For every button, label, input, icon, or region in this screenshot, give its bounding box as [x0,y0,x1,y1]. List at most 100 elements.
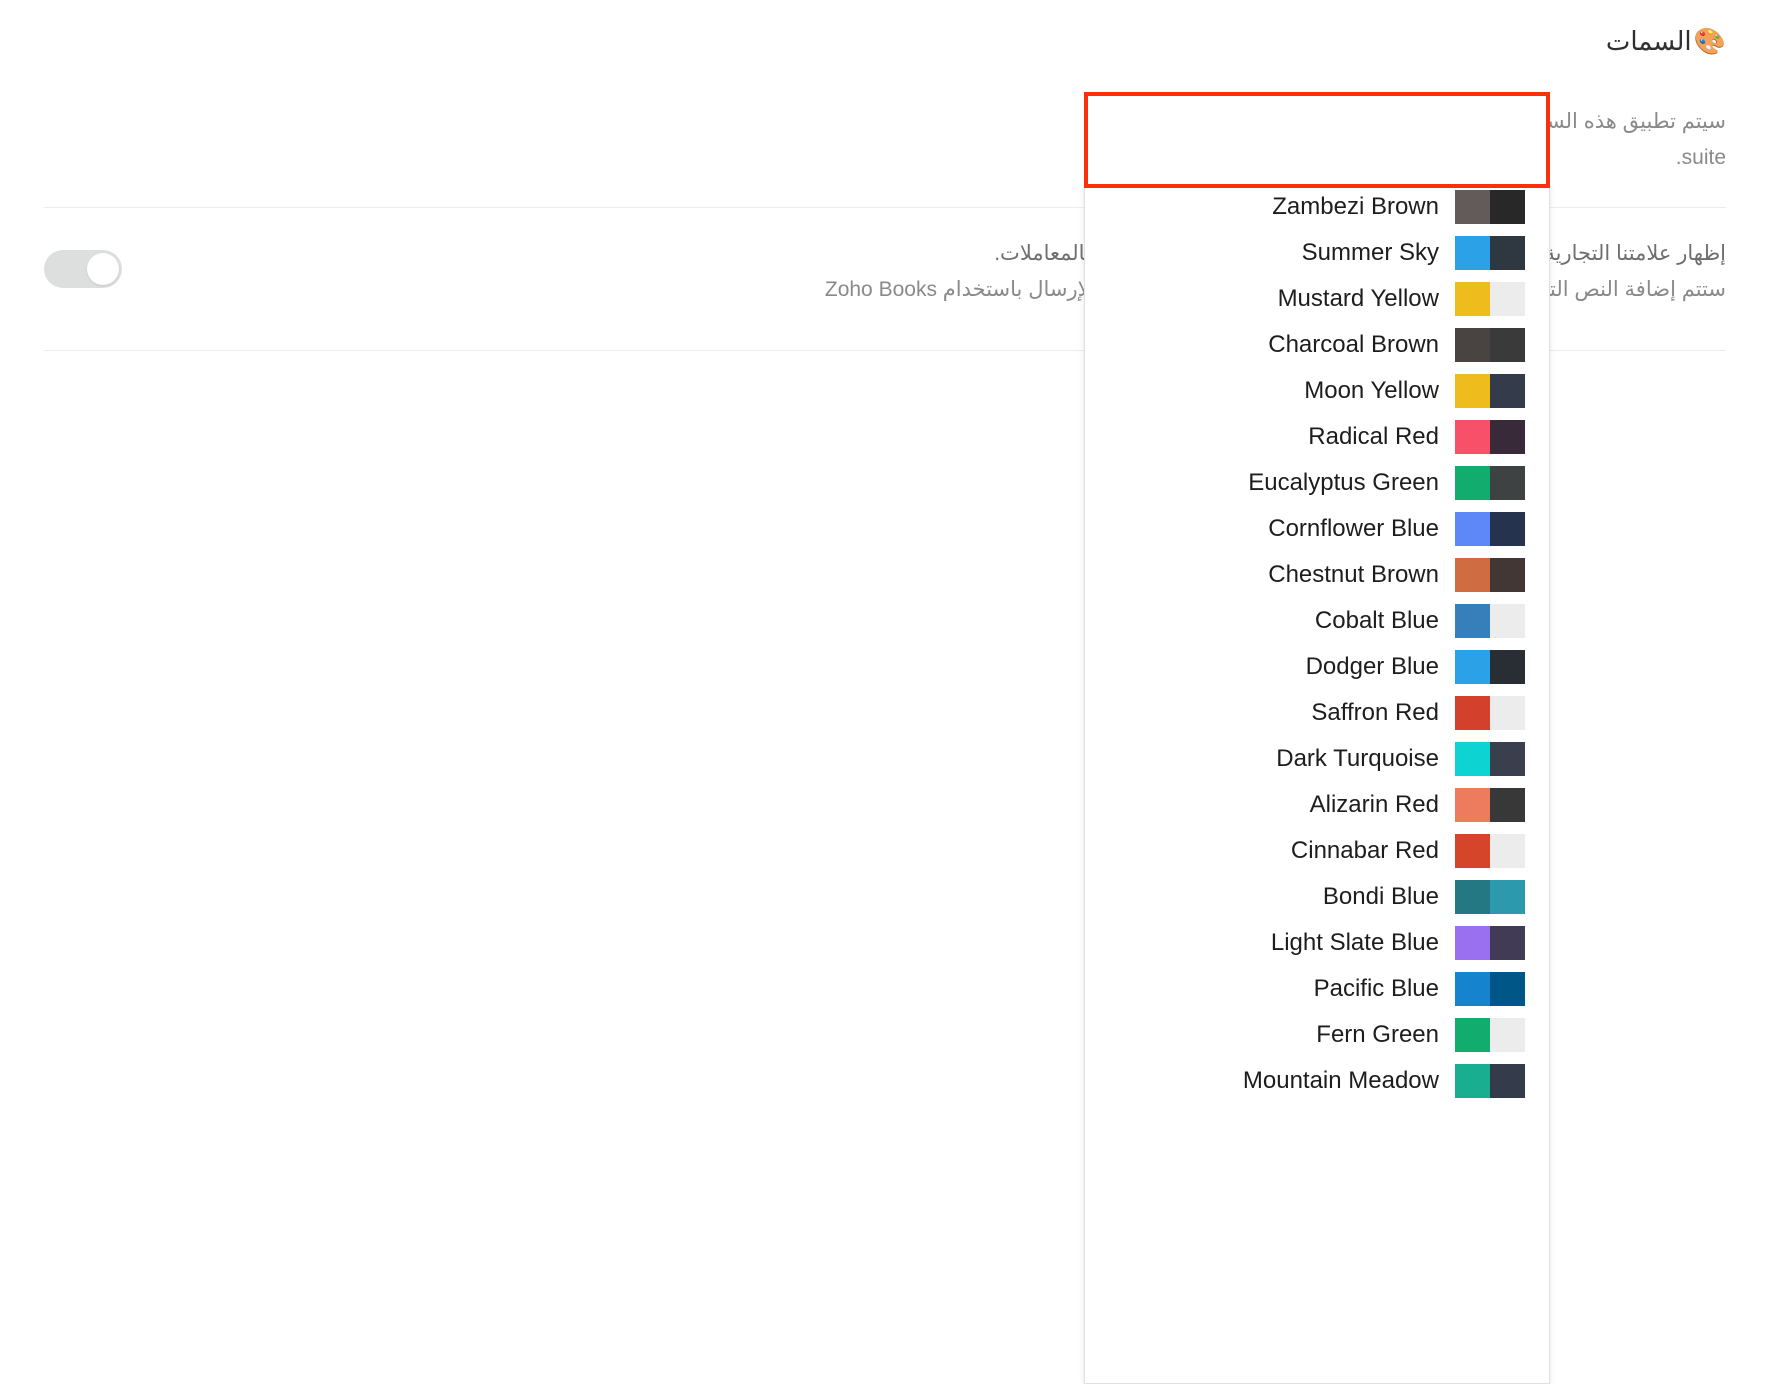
swatch-secondary [1490,466,1525,500]
theme-option-swatch [1455,374,1525,408]
theme-option[interactable]: Fern Green [1085,1012,1549,1058]
swatch-secondary [1490,788,1525,822]
theme-select-button[interactable]: Cinnabar Red [1092,100,1542,180]
theme-option[interactable]: Pacific Blue [1085,966,1549,1012]
theme-option-swatch [1455,282,1525,316]
swatch-primary [1455,788,1490,822]
swatch-secondary [1490,880,1525,914]
theme-option-swatch [1455,880,1525,914]
theme-option-swatch [1455,788,1525,822]
palette-icon: 🎨 [1693,26,1726,56]
swatch-secondary [1490,696,1525,730]
page-header: 🎨 السمات [1606,28,1726,54]
theme-option-label: Fern Green [1316,1021,1439,1048]
theme-option[interactable]: Dark Turquoise [1085,736,1549,782]
swatch-secondary [1490,1064,1525,1098]
swatch-primary [1455,420,1490,454]
theme-option-label: Mountain Meadow [1242,1067,1439,1094]
theme-option-swatch [1455,1064,1525,1098]
theme-options-list[interactable]: Zambezi Brown Summer Sky Mustard Yellow Cha… [1084,184,1550,1384]
theme-option-swatch [1455,190,1525,224]
chevron-down-icon [1115,134,1133,146]
theme-option-label: Cobalt Blue [1314,607,1439,634]
swatch-secondary [1490,328,1525,362]
theme-option-swatch [1455,466,1525,500]
swatch-primary [1455,512,1490,546]
toggle-knob [87,253,119,285]
theme-option-label: Cinnabar Red [1290,837,1439,864]
theme-option-swatch [1455,834,1525,868]
swatch-primary [1455,604,1490,638]
swatch-secondary [1490,512,1525,546]
theme-option[interactable]: Mustard Yellow [1085,276,1549,322]
theme-option-label: Alizarin Red [1309,791,1439,818]
swatch-secondary [1490,190,1525,224]
branding-toggle-switch[interactable] [44,250,122,288]
swatch-secondary [1490,1018,1525,1052]
swatch-primary [1455,236,1490,270]
swatch-primary [1455,926,1490,960]
selected-theme-swatch [1447,122,1517,158]
theme-option-label: Saffron Red [1311,699,1439,726]
swatch-primary [1455,466,1490,500]
theme-option-label: Radical Red [1308,423,1439,450]
theme-option[interactable]: Light Slate Blue [1085,920,1549,966]
theme-option-swatch [1455,420,1525,454]
theme-option-swatch [1455,1018,1525,1052]
theme-option-label: Dodger Blue [1305,653,1439,680]
swatch-secondary [1482,122,1517,158]
theme-option[interactable]: Cinnabar Red [1085,828,1549,874]
theme-option-label: Charcoal Brown [1268,331,1439,358]
swatch-secondary [1490,926,1525,960]
theme-option[interactable]: Moon Yellow [1085,368,1549,414]
theme-option-swatch [1455,650,1525,684]
theme-option[interactable]: Saffron Red [1085,690,1549,736]
theme-option-label: Cornflower Blue [1268,515,1439,542]
swatch-secondary [1490,834,1525,868]
swatch-primary [1455,190,1490,224]
theme-option[interactable]: Charcoal Brown [1085,322,1549,368]
theme-option-swatch [1455,926,1525,960]
theme-option-swatch [1455,558,1525,592]
theme-option-label: Light Slate Blue [1270,929,1439,956]
swatch-secondary [1490,420,1525,454]
swatch-secondary [1490,282,1525,316]
theme-option[interactable]: Cobalt Blue [1085,598,1549,644]
theme-option[interactable]: Mountain Meadow [1085,1058,1549,1104]
theme-option[interactable]: Zambezi Brown [1085,184,1549,230]
swatch-primary [1455,650,1490,684]
swatch-secondary [1490,742,1525,776]
theme-option-label: Pacific Blue [1313,975,1439,1002]
theme-option-swatch [1455,236,1525,270]
swatch-secondary [1490,604,1525,638]
theme-option[interactable]: Summer Sky [1085,230,1549,276]
swatch-secondary [1490,374,1525,408]
theme-option-swatch [1455,328,1525,362]
swatch-primary [1455,558,1490,592]
swatch-secondary [1490,972,1525,1006]
swatch-primary [1455,742,1490,776]
swatch-secondary [1490,558,1525,592]
swatch-primary [1447,122,1482,158]
theme-option-swatch [1455,972,1525,1006]
swatch-primary [1455,1018,1490,1052]
swatch-primary [1455,328,1490,362]
theme-option[interactable]: Chestnut Brown [1085,552,1549,598]
theme-option[interactable]: Eucalyptus Green [1085,460,1549,506]
swatch-primary [1455,834,1490,868]
theme-option-label: Bondi Blue [1322,883,1439,910]
theme-option[interactable]: Dodger Blue [1085,644,1549,690]
theme-option[interactable]: Alizarin Red [1085,782,1549,828]
theme-option-label: Mustard Yellow [1277,285,1439,312]
theme-option-label: Dark Turquoise [1276,745,1439,772]
theme-option-label: Moon Yellow [1304,377,1439,404]
swatch-primary [1455,1064,1490,1098]
themes-settings-page: 🎨 السمات سيتم تطبيق هذه السمة على مدخل ا… [0,0,1770,1384]
theme-option[interactable]: Radical Red [1085,414,1549,460]
theme-option[interactable]: Bondi Blue [1085,874,1549,920]
swatch-primary [1455,880,1490,914]
selected-theme-label: Cinnabar Red [1276,125,1431,154]
swatch-secondary [1490,236,1525,270]
theme-option[interactable]: Cornflower Blue [1085,506,1549,552]
theme-option-swatch [1455,742,1525,776]
